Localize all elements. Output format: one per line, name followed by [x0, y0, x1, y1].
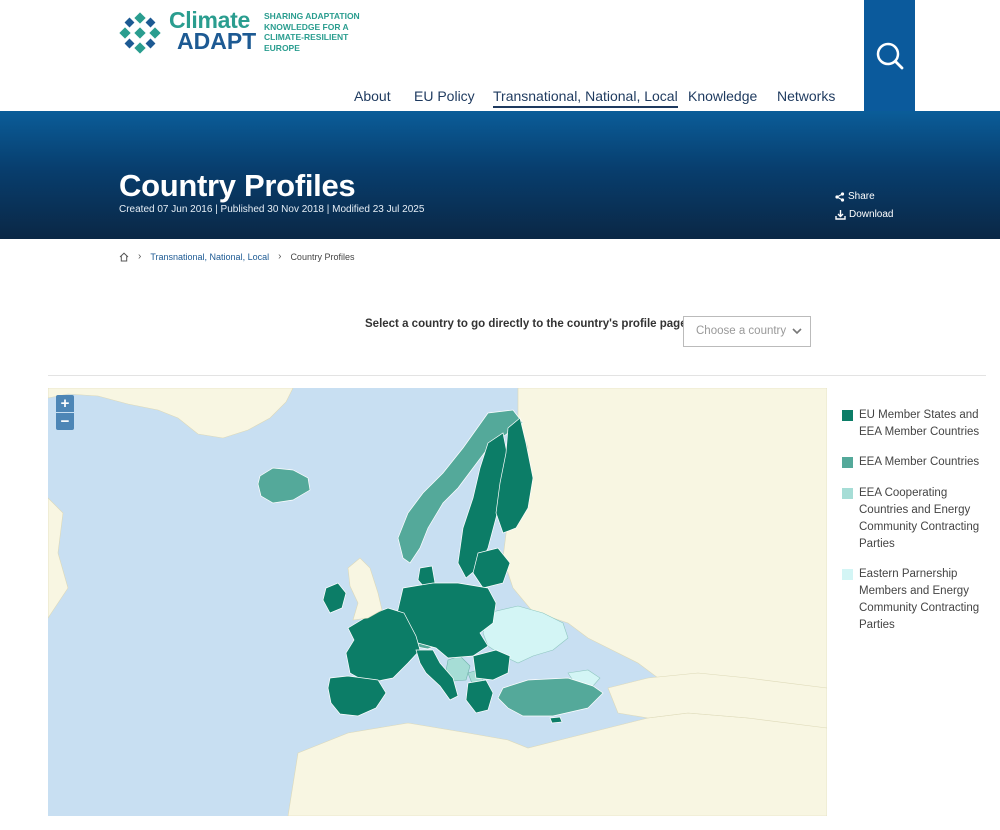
nav-item-transnational-national-local[interactable]: Transnational, National, Local: [493, 88, 678, 108]
legend-item-eea-cooperating: EEA Cooperating Countries and Energy Com…: [842, 485, 992, 553]
legend-swatch: [842, 488, 853, 499]
logo-text-adapt: ADAPT: [177, 28, 257, 54]
search-icon: [876, 42, 903, 69]
home-icon[interactable]: [119, 252, 129, 262]
climate-adapt-logo-icon: [119, 12, 161, 54]
zoom-in-button[interactable]: +: [56, 395, 74, 412]
site-tagline: SHARING ADAPTATION KNOWLEDGE FOR A CLIMA…: [264, 11, 360, 53]
download-label: Download: [849, 209, 894, 220]
share-icon: [835, 191, 845, 202]
map-legend: EU Member States and EEA Member Countrie…: [842, 407, 992, 634]
share-button[interactable]: Share: [835, 191, 875, 202]
site-logo[interactable]: Climate ADAPT: [119, 9, 257, 54]
page-header-banner: Country Profiles Created 07 Jun 2016 | P…: [0, 111, 1000, 239]
legend-item-eu-members: EU Member States and EEA Member Countrie…: [842, 407, 992, 441]
section-divider: [48, 375, 986, 376]
nav-item-about[interactable]: About: [354, 88, 391, 104]
nav-item-networks[interactable]: Networks: [777, 88, 835, 104]
country-select-label: Select a country to go directly to the c…: [365, 318, 691, 330]
legend-swatch: [842, 569, 853, 580]
search-button[interactable]: [864, 0, 915, 111]
breadcrumb-link-transnational[interactable]: Transnational, National, Local: [150, 252, 269, 262]
breadcrumb-current: Country Profiles: [290, 251, 355, 262]
share-label: Share: [848, 191, 875, 202]
legend-item-eea-members: EEA Member Countries: [842, 454, 992, 471]
chevron-down-icon: [792, 328, 802, 335]
breadcrumb: › Transnational, National, Local › Count…: [119, 251, 354, 262]
europe-country-map[interactable]: + −: [48, 388, 827, 816]
legend-label: EU Member States and EEA Member Countrie…: [859, 409, 980, 438]
zoom-out-button[interactable]: −: [56, 413, 74, 430]
legend-swatch: [842, 457, 853, 468]
map-graphic: [48, 388, 827, 816]
page-title: Country Profiles: [119, 168, 356, 203]
download-icon: [835, 209, 846, 220]
page-dates: Created 07 Jun 2016 | Published 30 Nov 2…: [119, 204, 425, 215]
country-select-dropdown[interactable]: Choose a country: [683, 316, 811, 347]
nav-item-knowledge[interactable]: Knowledge: [688, 88, 757, 104]
chevron-right-icon: ›: [278, 251, 282, 262]
map-zoom-controls: + −: [56, 395, 74, 430]
legend-item-eastern-partnership: Eastern Parnership Members and Energy Co…: [842, 566, 992, 634]
legend-swatch: [842, 410, 853, 421]
legend-label: Eastern Parnership Members and Energy Co…: [859, 568, 980, 631]
nav-item-eu-policy[interactable]: EU Policy: [414, 88, 475, 104]
download-button[interactable]: Download: [835, 209, 893, 220]
chevron-right-icon: ›: [138, 251, 142, 262]
legend-label: EEA Member Countries: [859, 456, 980, 468]
country-select-placeholder: Choose a country: [696, 325, 787, 337]
page: Climate ADAPT SHARING ADAPTATION KNOWLED…: [0, 0, 1000, 830]
legend-label: EEA Cooperating Countries and Energy Com…: [859, 487, 980, 550]
